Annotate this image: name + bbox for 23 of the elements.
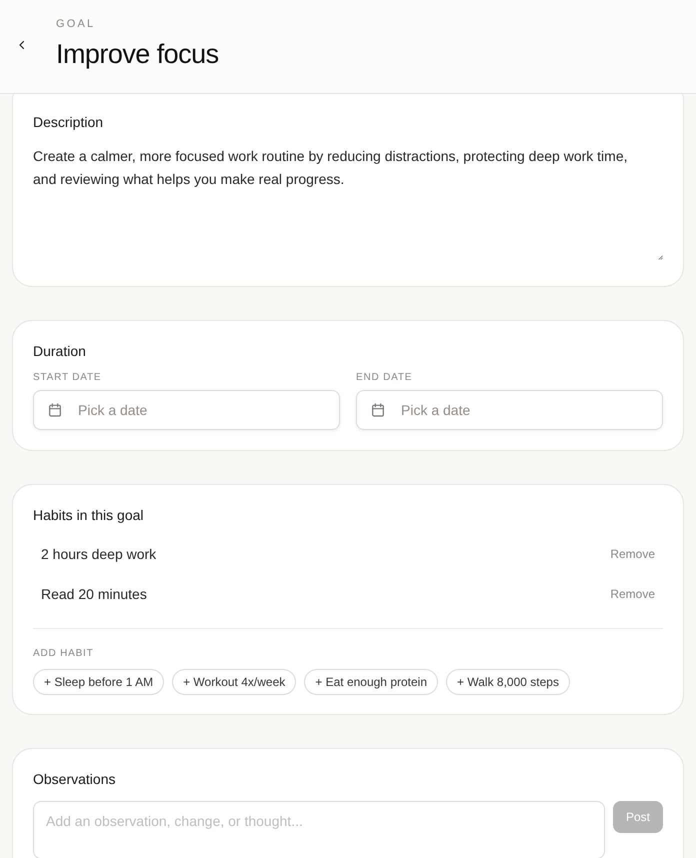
calendar-icon	[47, 402, 63, 418]
section-heading: Duration	[33, 342, 87, 360]
section-heading: Habits in this goal	[33, 506, 145, 524]
remove-button[interactable]: Remove	[610, 585, 655, 603]
calendar-icon	[370, 402, 386, 418]
add-habit-chip[interactable]: + Sleep before 1 AM	[33, 669, 164, 695]
habit-name: 2 hours deep work	[41, 544, 156, 564]
description-field[interactable]: Create a calmer, more focused work routine by reducing distractions, protecting deep work time, and reviewing what helps you make real progress.	[33, 145, 663, 262]
eyebrow-label: GOAL	[56, 17, 96, 31]
habit-name: Read 20 minutes	[41, 584, 147, 604]
add-habit-chip[interactable]: + Walk 8,000 steps	[446, 669, 570, 695]
goal-title: Improve focus	[56, 38, 219, 71]
add-habit-chip[interactable]: + Workout 4x/week	[172, 669, 296, 695]
field-label: END DATE	[356, 372, 414, 384]
date-picker-field[interactable]: Pick a date	[33, 390, 340, 430]
section-label: ADD HABIT	[33, 648, 95, 660]
section-heading: Description	[33, 113, 104, 131]
add-habit-chip[interactable]: + Eat enough protein	[304, 669, 438, 695]
date-picker-field[interactable]: Pick a date	[356, 390, 663, 430]
observation-field[interactable]: Add an observation, change, or thought...	[33, 801, 605, 858]
field-label: START DATE	[33, 372, 102, 384]
section-heading: Observations	[33, 770, 116, 788]
remove-button[interactable]: Remove	[610, 545, 655, 563]
